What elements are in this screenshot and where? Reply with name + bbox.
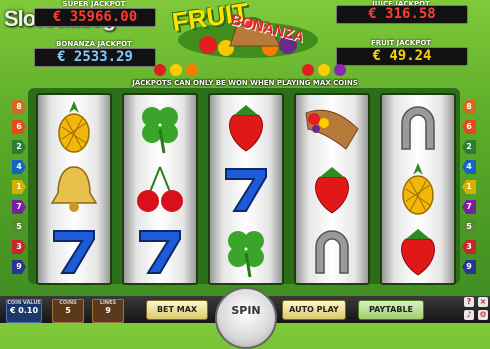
fruit-jackpot-value: € 49.24 [336, 47, 468, 66]
bonanza-jackpot-label: BONANZA JACKPOT [56, 40, 132, 48]
super-jackpot-label: SUPER JACKPOT [62, 0, 126, 8]
horseshoe-icon [315, 230, 349, 274]
coin-value: € 0.10 [9, 306, 39, 315]
strawberry-icon [401, 229, 435, 276]
payline-marker[interactable]: 9 [12, 260, 26, 274]
cornucopia-icon [305, 109, 359, 150]
payline-marker[interactable]: 8 [462, 100, 476, 114]
fruit-jackpot-label: FRUIT JACKPOT [370, 39, 432, 47]
auto-play-button[interactable]: AUTO PLAY [282, 300, 346, 320]
payline-marker[interactable]: 8 [12, 100, 26, 114]
cherries-icon [137, 166, 183, 212]
pineapple-icon [402, 163, 434, 215]
strawberry-icon [315, 167, 349, 214]
payline-marker[interactable]: 3 [12, 240, 26, 254]
coins-value: 5 [65, 306, 71, 315]
payline-marker[interactable]: 2 [12, 140, 26, 154]
bell-icon [50, 166, 98, 212]
payline-marker[interactable]: 9 [462, 260, 476, 274]
settings-icon[interactable]: ⚙ [478, 310, 488, 320]
horseshoe-icon [401, 106, 435, 150]
payline-marker[interactable]: 3 [462, 240, 476, 254]
payline-marker[interactable]: 5 [12, 220, 26, 234]
coins-panel[interactable]: COINS 5 [52, 299, 84, 323]
reel-5 [380, 93, 456, 285]
reel-1 [36, 93, 112, 285]
strawberry-icon [229, 105, 263, 152]
max-coins-notice: JACKPOTS CAN ONLY BE WON WHEN PLAYING MA… [132, 79, 358, 87]
payline-marker[interactable]: 2 [462, 140, 476, 154]
lines-panel[interactable]: LINES 9 [92, 299, 124, 323]
help-icon[interactable]: ? [464, 297, 474, 307]
paylines-right: 8 6 2 4 1 7 5 3 9 [462, 100, 476, 274]
clover-icon [228, 231, 264, 278]
payline-marker[interactable]: 5 [462, 220, 476, 234]
seven-icon [225, 168, 267, 212]
paytable-button[interactable]: PAYTABLE [358, 300, 424, 320]
close-icon[interactable]: × [478, 297, 488, 307]
payline-marker[interactable]: 1 [462, 180, 476, 194]
bonanza-jackpot-value: € 2533.29 [34, 48, 156, 67]
reel-3 [208, 93, 284, 285]
paylines-left: 8 6 2 4 1 7 5 3 9 [12, 100, 26, 274]
pineapple-icon [58, 101, 90, 153]
payline-marker[interactable]: 1 [12, 180, 26, 194]
lines-value: 9 [105, 306, 111, 315]
bet-max-button[interactable]: BET MAX [146, 300, 208, 320]
seven-icon [139, 230, 181, 274]
payline-marker[interactable]: 6 [12, 120, 26, 134]
coin-value-panel[interactable]: COIN VALUE € 0.10 [6, 299, 42, 323]
payline-marker[interactable]: 4 [462, 160, 476, 174]
reel-4 [294, 93, 370, 285]
payline-marker[interactable]: 6 [462, 120, 476, 134]
payline-marker[interactable]: 4 [12, 160, 26, 174]
clover-icon [142, 107, 178, 154]
reel-2 [122, 93, 198, 285]
seven-icon [53, 230, 95, 274]
super-jackpot-value: € 35966.00 [34, 8, 156, 27]
spin-button[interactable]: SPIN [215, 287, 277, 349]
payline-marker[interactable]: 7 [12, 200, 26, 214]
game-logo: FRUIT BONANZA [168, 0, 328, 60]
juice-jackpot-value: € 316.58 [336, 5, 468, 24]
payline-marker[interactable]: 7 [462, 200, 476, 214]
fruit-garland [154, 64, 346, 76]
sound-icon[interactable]: ♪ [464, 310, 474, 320]
